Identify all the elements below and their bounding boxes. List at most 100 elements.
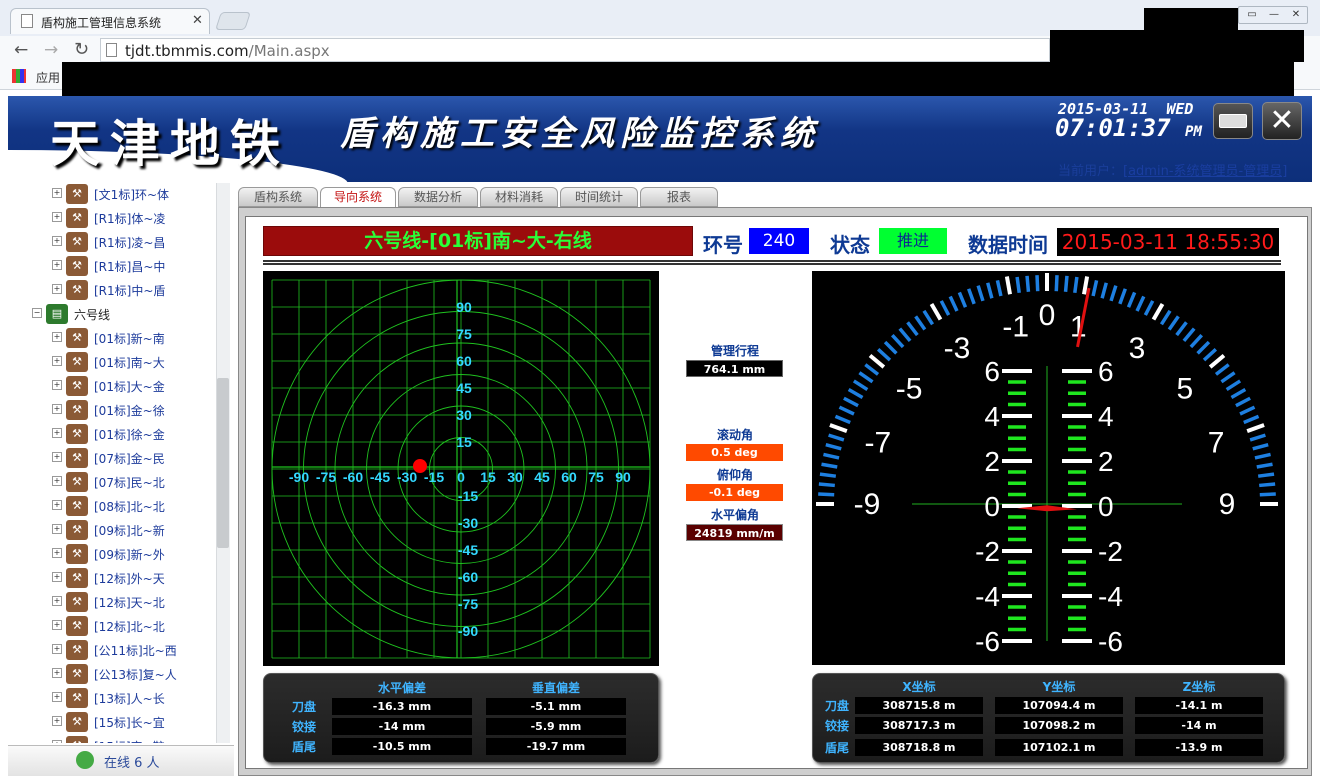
bar-label-right: 4 xyxy=(1098,401,1114,432)
arc-label: 9 xyxy=(1219,488,1236,521)
apps-bookmark[interactable]: 应用 xyxy=(36,69,60,86)
tree-item-label: [R1标]体~凌 xyxy=(94,212,166,226)
roll-label: 滚动角 xyxy=(716,428,753,442)
bar-tick xyxy=(1008,447,1026,452)
tree-item-label: [13标]人~长 xyxy=(94,692,165,706)
window-controls: ▭ — ✕ xyxy=(1238,6,1308,24)
col-header-horizontal: 水平偏差 xyxy=(377,681,426,695)
bar-tick xyxy=(1068,436,1086,440)
arc-tick xyxy=(995,280,1003,297)
minimize-icon[interactable]: — xyxy=(1263,8,1285,22)
keyboard-button[interactable] xyxy=(1213,103,1253,139)
bar-tick xyxy=(1008,436,1026,440)
restore-icon[interactable]: ▭ xyxy=(1241,8,1263,22)
bar-tick xyxy=(1002,594,1032,598)
arc-label: -1 xyxy=(1002,311,1029,344)
arc-tick xyxy=(1182,327,1196,342)
expand-icon[interactable]: + xyxy=(52,476,62,486)
tab-3[interactable]: 材料消耗 xyxy=(480,187,558,207)
bar-tick xyxy=(1068,616,1086,620)
new-tab-button[interactable] xyxy=(215,12,251,30)
expand-icon[interactable]: + xyxy=(52,452,62,462)
close-tab-icon[interactable]: ✕ xyxy=(192,13,203,28)
tab-4[interactable]: 时间统计 xyxy=(560,187,638,207)
expand-icon[interactable]: + xyxy=(52,644,62,654)
attitude-gauge: -9 -7 -5 -3 -1 0 1 3 5 7 9 6 6 4 4 2 2 0 0 -2 -2 -4 -4 -6 -6 xyxy=(812,271,1285,665)
expand-icon[interactable]: + xyxy=(52,500,62,510)
tab-2[interactable]: 数据分析 xyxy=(398,187,478,207)
bar-tick xyxy=(1002,414,1032,418)
table-cell: -16.3 mm xyxy=(332,698,472,715)
expand-icon[interactable]: + xyxy=(52,284,62,294)
page-info-icon[interactable] xyxy=(106,43,117,57)
table-cell: -14.1 m xyxy=(1135,697,1263,714)
expand-icon[interactable]: + xyxy=(52,572,62,582)
tab-5[interactable]: 报表 xyxy=(640,187,718,207)
bar-tick xyxy=(1068,380,1086,384)
arc-tick xyxy=(825,443,842,451)
bar-tick xyxy=(1062,459,1092,463)
bar-tick xyxy=(1008,402,1026,407)
y-tick-label: -90 xyxy=(458,623,478,639)
bar-tick xyxy=(1068,391,1086,395)
arc-tick xyxy=(1230,387,1247,400)
user-link[interactable]: [admin-系统管理员-管理员] xyxy=(1123,164,1287,179)
shield-machine-icon: ⚒ xyxy=(66,520,88,540)
state-label: 状态 xyxy=(830,233,870,257)
expand-icon[interactable]: + xyxy=(52,692,62,702)
arc-tick xyxy=(821,462,838,469)
ampm-text: PM xyxy=(1185,124,1202,140)
arc-label: 7 xyxy=(1208,426,1225,459)
exit-button[interactable]: ✕ xyxy=(1262,102,1302,140)
shield-machine-icon: ⚒ xyxy=(66,496,88,516)
expand-icon[interactable]: + xyxy=(52,620,62,630)
bar-tick xyxy=(1062,594,1092,598)
expand-icon[interactable]: + xyxy=(52,188,62,198)
arc-label: -3 xyxy=(944,332,971,365)
online-status: 在线 6 人 xyxy=(8,745,234,776)
yaw-value: 24819 mm/m xyxy=(686,524,783,541)
bar-label-right: -2 xyxy=(1098,536,1123,567)
arc-tick xyxy=(1254,452,1271,460)
expand-icon[interactable]: + xyxy=(52,596,62,606)
bar-tick xyxy=(1068,605,1086,609)
arc-tick xyxy=(967,288,976,305)
address-bar[interactable]: tjdt.tbmmis.com/Main.aspx xyxy=(100,38,1050,62)
expand-icon[interactable]: + xyxy=(52,332,62,342)
back-icon[interactable]: ← xyxy=(14,40,28,60)
tree-item-label: [R1标]昌~中 xyxy=(94,260,166,274)
expand-icon[interactable]: + xyxy=(52,548,62,558)
shield-machine-icon: ⚒ xyxy=(66,448,88,468)
expand-icon[interactable]: + xyxy=(52,380,62,390)
expand-icon[interactable]: + xyxy=(52,716,62,726)
window-close-icon[interactable]: ✕ xyxy=(1285,8,1307,22)
sidebar-scroll-thumb[interactable] xyxy=(217,378,229,548)
expand-icon[interactable]: + xyxy=(52,740,62,743)
close-icon: ✕ xyxy=(1269,103,1295,138)
tab-1[interactable]: 导向系统 xyxy=(320,187,396,208)
expand-icon[interactable]: + xyxy=(52,428,62,438)
expand-icon[interactable]: + xyxy=(52,236,62,246)
expand-icon[interactable]: + xyxy=(52,668,62,678)
arc-tick xyxy=(1063,275,1069,292)
expand-icon[interactable]: + xyxy=(52,260,62,270)
forward-icon[interactable]: → xyxy=(44,40,58,60)
bar-label-left: 4 xyxy=(984,401,1000,432)
arc-tick xyxy=(1243,414,1260,425)
collapse-icon[interactable]: − xyxy=(32,308,42,318)
tab-0[interactable]: 盾构系统 xyxy=(238,187,318,207)
pitch-label: 俯仰角 xyxy=(716,468,753,482)
arc-tick xyxy=(823,452,840,460)
browser-tab[interactable]: 盾构施工管理信息系统 xyxy=(10,8,210,34)
apps-icon[interactable] xyxy=(12,69,26,83)
expand-icon[interactable]: + xyxy=(52,212,62,222)
expand-icon[interactable]: + xyxy=(52,404,62,414)
bar-tick xyxy=(1062,504,1092,508)
arc-tick xyxy=(1225,379,1242,392)
arc-tick xyxy=(1202,347,1218,362)
reload-icon[interactable]: ↻ xyxy=(74,39,89,60)
shield-machine-icon: ⚒ xyxy=(66,664,88,684)
expand-icon[interactable]: + xyxy=(52,356,62,366)
bar-tick xyxy=(1008,425,1026,429)
expand-icon[interactable]: + xyxy=(52,524,62,534)
